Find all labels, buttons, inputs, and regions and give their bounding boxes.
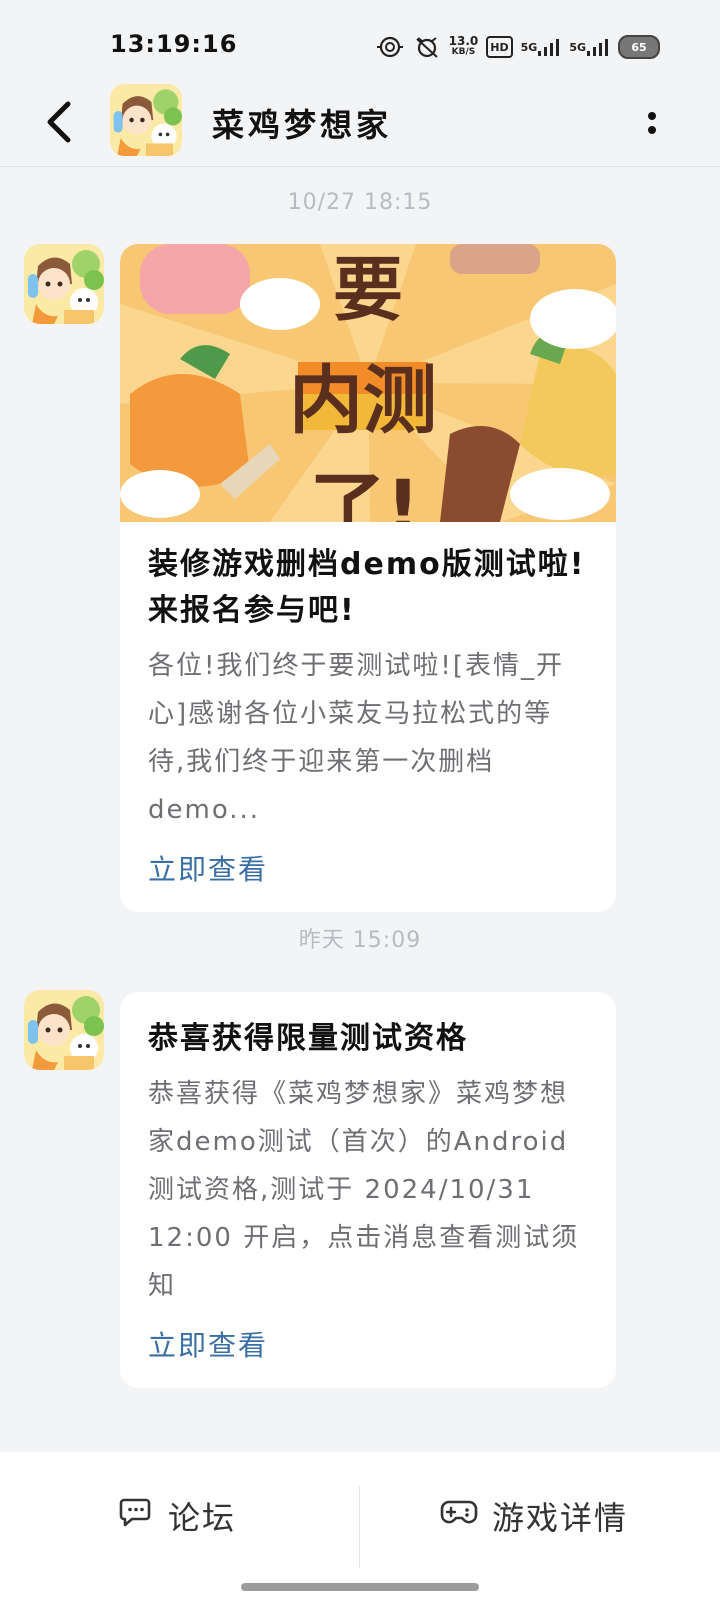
signal-label: 5G: [569, 40, 586, 54]
card-body: 恭喜获得限量测试资格 恭喜获得《菜鸡梦想家》菜鸡梦想家demo测试（首次）的An…: [120, 992, 616, 1388]
bottom-bar: 论坛 游戏详情: [0, 1452, 720, 1600]
location-gear-icon: [375, 35, 405, 59]
sender-avatar[interactable]: [24, 244, 104, 324]
status-icons: 13.0 KB/S HD 5G 5G 65: [375, 34, 660, 60]
net-speed-unit: KB/S: [451, 47, 476, 57]
home-indicator[interactable]: [241, 1583, 479, 1591]
gamepad-icon: [440, 1496, 478, 1536]
signal-5g-icon: 5G: [521, 35, 562, 59]
header: 菜鸡梦想家: [0, 80, 720, 167]
hd-icon: HD: [486, 36, 513, 58]
chat-bubble-icon: [118, 1494, 154, 1538]
banner-image: 要 内测 了!: [120, 244, 616, 522]
status-time: 13:19:16: [110, 30, 238, 58]
back-chevron-icon[interactable]: [40, 94, 80, 150]
game-details-label: 游戏详情: [492, 1499, 629, 1537]
view-now-link[interactable]: 立即查看: [148, 1324, 588, 1364]
view-now-link[interactable]: 立即查看: [148, 848, 588, 888]
message-card[interactable]: 要 内测 了! 装修游戏删档demo版测试啦!来报名参与吧! 各位!我们终于要测…: [120, 244, 616, 912]
banner-word-3: 了!: [310, 463, 421, 522]
message-timestamp: 10/27 18:15: [287, 190, 433, 215]
message-timestamp: 昨天 15:09: [298, 928, 422, 953]
banner-word-1: 要: [333, 249, 403, 331]
game-details-tab[interactable]: 游戏详情: [440, 1488, 628, 1544]
forum-label: 论坛: [168, 1499, 237, 1537]
net-speed-icon: 13.0 KB/S: [449, 35, 479, 59]
more-vertical-icon[interactable]: [646, 104, 658, 140]
banner-word-2: 内测: [289, 358, 437, 444]
page-title: 菜鸡梦想家: [212, 106, 393, 144]
status-bar: 13:19:16 13.0 KB/S HD 5G 5G 65: [0, 0, 720, 90]
message-title: 恭喜获得限量测试资格: [148, 1021, 468, 1056]
net-speed-value: 13.0: [448, 34, 479, 48]
message-preview: 各位!我们终于要测试啦![表情_开心]感谢各位小菜友马拉松式的等待,我们终于迎来…: [148, 651, 564, 825]
app-avatar[interactable]: [110, 84, 182, 156]
alarm-mute-icon: [413, 35, 441, 59]
card-body: 装修游戏删档demo版测试啦!来报名参与吧! 各位!我们终于要测试啦![表情_开…: [120, 522, 616, 912]
forum-tab[interactable]: 论坛: [118, 1488, 236, 1544]
signal-5g-icon: 5G: [569, 35, 610, 59]
sender-avatar[interactable]: [24, 990, 104, 1070]
divider: [359, 1486, 360, 1568]
message-title: 装修游戏删档demo版测试啦!来报名参与吧!: [148, 547, 586, 628]
message-preview: 恭喜获得《菜鸡梦想家》菜鸡梦想家demo测试（首次）的Android测试资格,测…: [148, 1079, 580, 1301]
message-card[interactable]: 恭喜获得限量测试资格 恭喜获得《菜鸡梦想家》菜鸡梦想家demo测试（首次）的An…: [120, 992, 616, 1388]
battery-icon: 65: [618, 35, 660, 59]
signal-label: 5G: [520, 40, 538, 54]
